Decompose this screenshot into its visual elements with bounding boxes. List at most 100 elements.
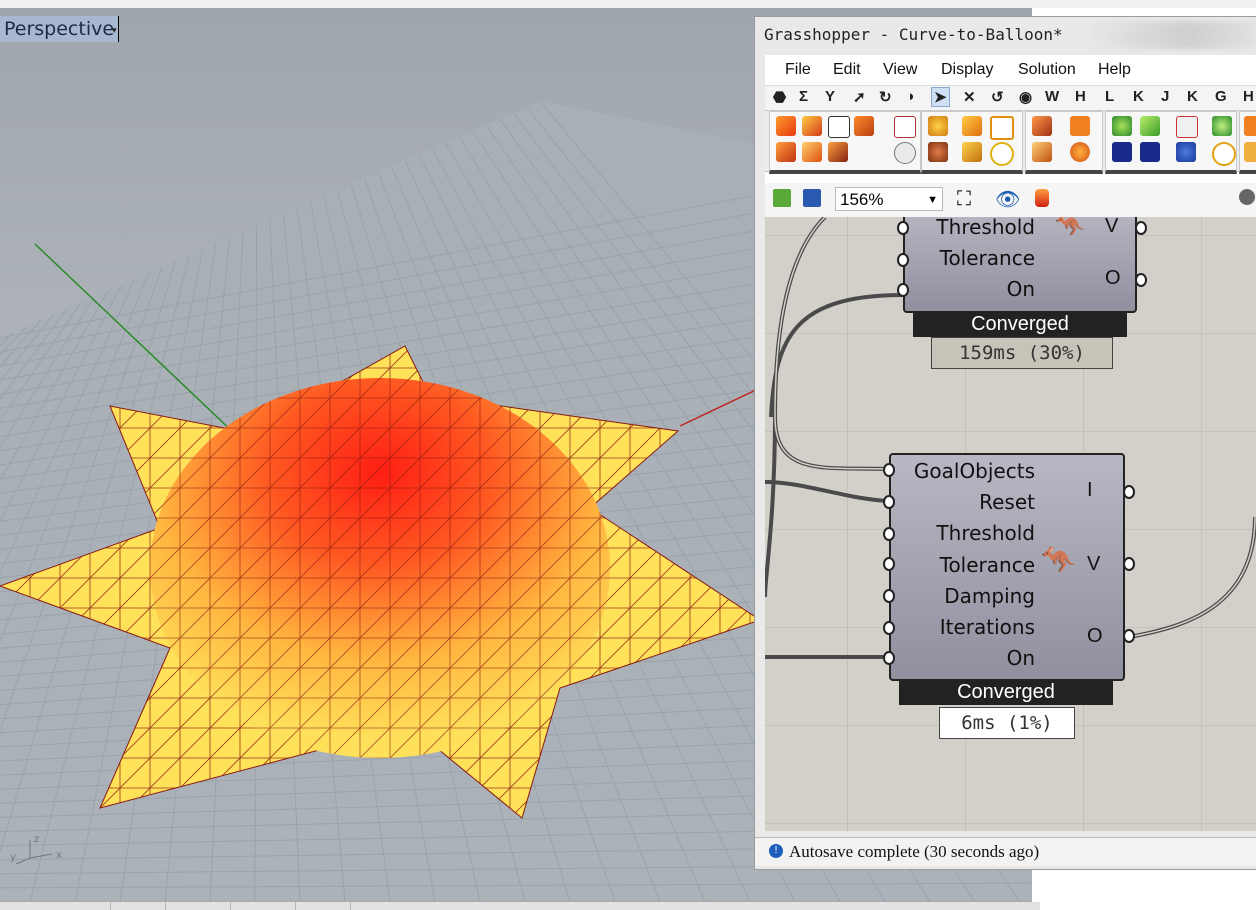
input-damping: Damping bbox=[944, 584, 1035, 608]
zoom-extents-icon[interactable]: ⛶ bbox=[957, 188, 971, 211]
params-tab-icon[interactable]: ⬣ bbox=[773, 88, 786, 106]
tab-h[interactable]: H bbox=[1075, 88, 1086, 105]
input-goalobjects: GoalObjects bbox=[913, 459, 1035, 483]
tab-divider bbox=[350, 902, 351, 910]
output-v: V bbox=[1087, 553, 1101, 575]
menu-view[interactable]: View bbox=[883, 61, 917, 79]
input-port[interactable] bbox=[897, 283, 909, 297]
menu-edit[interactable]: Edit bbox=[833, 61, 861, 79]
component-icon[interactable] bbox=[1212, 116, 1232, 136]
display-tab-icon[interactable]: ◉ bbox=[1019, 88, 1032, 106]
component-icon[interactable] bbox=[1112, 116, 1132, 136]
grasshopper-canvas[interactable]: Threshold Tolerance On 🦘 V O Converged 1… bbox=[765, 217, 1256, 831]
grasshopper-window[interactable]: Grasshopper - Curve-to-Balloon* File Edi… bbox=[754, 16, 1256, 870]
surface-tab-icon[interactable]: ◗ bbox=[907, 88, 916, 105]
input-port[interactable] bbox=[883, 621, 895, 635]
preview-eye-icon[interactable]: 👁 bbox=[995, 187, 1020, 212]
menu-bar: File Edit View Display Solution Help bbox=[765, 55, 1256, 85]
component-icon[interactable] bbox=[1212, 142, 1236, 166]
intersect-tab-icon[interactable]: ✕ bbox=[963, 88, 976, 106]
kangaroo-solver-component-top[interactable]: Threshold Tolerance On 🦘 V O bbox=[903, 217, 1137, 313]
component-icon[interactable] bbox=[802, 116, 822, 136]
curve-tab-icon[interactable]: ↻ bbox=[879, 88, 892, 106]
component-icon[interactable] bbox=[894, 142, 916, 164]
profiler-timing: 159ms (30%) bbox=[931, 337, 1113, 369]
sketch-icon[interactable] bbox=[1035, 189, 1049, 207]
component-icon[interactable] bbox=[828, 142, 848, 162]
maths-tab-icon[interactable]: Σ bbox=[799, 88, 808, 105]
component-icon[interactable] bbox=[1112, 142, 1132, 162]
component-icon[interactable] bbox=[894, 116, 916, 138]
menu-display[interactable]: Display bbox=[941, 61, 993, 79]
tab-k[interactable]: K bbox=[1133, 88, 1144, 105]
component-icon[interactable] bbox=[1140, 116, 1160, 136]
menu-solution[interactable]: Solution bbox=[1018, 61, 1076, 79]
component-icon[interactable] bbox=[928, 116, 948, 136]
output-port[interactable] bbox=[1123, 485, 1135, 499]
ribbon-group-forces bbox=[921, 111, 1023, 174]
transform-tab-icon[interactable]: ↺ bbox=[991, 88, 1004, 106]
viewport-menu-arrow-icon[interactable]: ▾ bbox=[112, 25, 117, 36]
ribbon-group-tools bbox=[1239, 111, 1256, 174]
input-port[interactable] bbox=[897, 253, 909, 267]
window-title: Grasshopper - Curve-to-Balloon* bbox=[764, 25, 1063, 44]
open-file-icon[interactable] bbox=[773, 189, 791, 207]
menu-file[interactable]: File bbox=[785, 61, 811, 79]
tab-h2[interactable]: H bbox=[1243, 88, 1254, 105]
save-file-icon[interactable] bbox=[803, 189, 821, 207]
component-icon[interactable] bbox=[1176, 116, 1198, 138]
input-threshold: Threshold bbox=[936, 217, 1035, 239]
component-icon[interactable] bbox=[776, 116, 796, 136]
component-icon[interactable] bbox=[1032, 116, 1052, 136]
vector-tab-icon[interactable]: ➚ bbox=[853, 88, 866, 106]
component-icon[interactable] bbox=[990, 142, 1014, 166]
tab-g[interactable]: G bbox=[1215, 88, 1227, 105]
input-port[interactable] bbox=[883, 495, 895, 509]
input-port[interactable] bbox=[883, 651, 895, 665]
ribbon-group-primitives bbox=[1025, 111, 1103, 174]
input-tolerance: Tolerance bbox=[939, 553, 1035, 577]
component-icon[interactable] bbox=[928, 142, 948, 162]
output-o: O bbox=[1087, 625, 1103, 647]
tab-divider bbox=[165, 902, 166, 910]
viewport-title[interactable]: Perspective bbox=[0, 16, 120, 42]
component-icon[interactable] bbox=[1176, 142, 1196, 162]
tab-j[interactable]: J bbox=[1161, 88, 1169, 105]
menu-help[interactable]: Help bbox=[1098, 61, 1131, 79]
input-port[interactable] bbox=[883, 557, 895, 571]
component-icon[interactable] bbox=[1140, 142, 1160, 162]
input-port[interactable] bbox=[883, 463, 895, 477]
component-icon[interactable] bbox=[1244, 142, 1256, 162]
component-icon[interactable] bbox=[1244, 116, 1256, 136]
kangaroo-tab-icon[interactable]: ➤ bbox=[931, 87, 950, 107]
tab-w[interactable]: W bbox=[1045, 88, 1059, 105]
input-port[interactable] bbox=[883, 589, 895, 603]
component-icon[interactable] bbox=[828, 116, 850, 138]
input-port[interactable] bbox=[883, 527, 895, 541]
output-port[interactable] bbox=[1123, 557, 1135, 571]
component-icon[interactable] bbox=[802, 142, 822, 162]
component-icon[interactable] bbox=[990, 116, 1014, 140]
component-icon[interactable] bbox=[776, 142, 796, 162]
output-port[interactable] bbox=[1123, 629, 1135, 643]
input-port[interactable] bbox=[897, 221, 909, 235]
component-icon[interactable] bbox=[1070, 116, 1090, 136]
sets-tab-icon[interactable]: Y bbox=[825, 88, 835, 105]
component-icon[interactable] bbox=[1032, 142, 1052, 162]
input-reset: Reset bbox=[979, 490, 1035, 514]
canvas-toolbar: 156% ▼ ⛶ 👁 bbox=[765, 183, 1256, 218]
info-icon: ! bbox=[769, 844, 783, 858]
component-icon[interactable] bbox=[962, 116, 982, 136]
component-icon[interactable] bbox=[854, 116, 874, 136]
tab-l[interactable]: L bbox=[1105, 88, 1114, 105]
component-icon[interactable] bbox=[1070, 142, 1090, 162]
kangaroo-solver-component-bottom[interactable]: GoalObjects Reset Threshold Tolerance Da… bbox=[889, 453, 1125, 681]
input-threshold: Threshold bbox=[936, 521, 1035, 545]
tab-k2[interactable]: K bbox=[1187, 88, 1198, 105]
component-icon[interactable] bbox=[962, 142, 982, 162]
output-port[interactable] bbox=[1135, 221, 1147, 235]
display-mode-icon[interactable] bbox=[1239, 189, 1255, 205]
kangaroo-icon: 🦘 bbox=[1055, 217, 1085, 239]
zoom-selector[interactable]: 156% ▼ bbox=[835, 187, 943, 211]
output-port[interactable] bbox=[1135, 273, 1147, 287]
